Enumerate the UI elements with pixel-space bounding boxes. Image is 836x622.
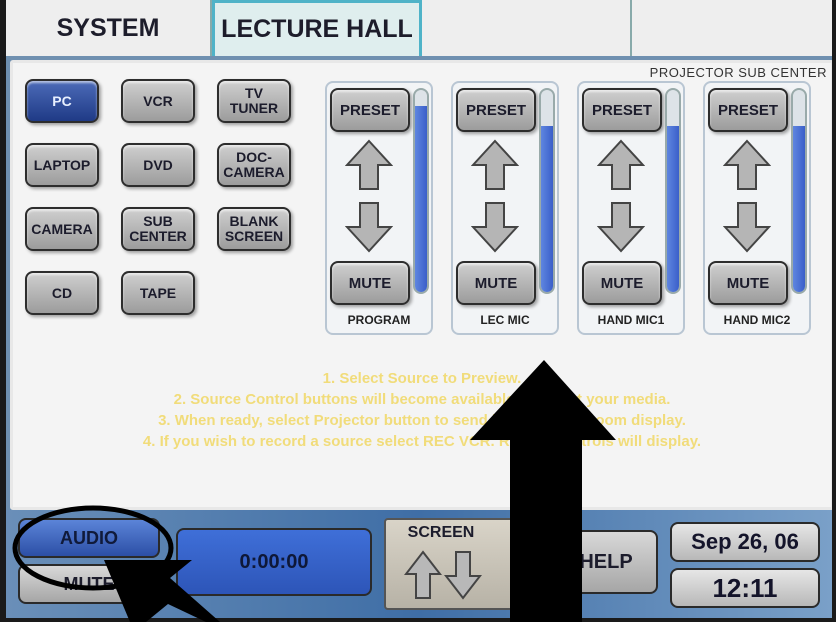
instructions-text: 1. Select Source to Preview. 2. Source C… [13,368,831,452]
tab-system[interactable]: SYSTEM [6,0,212,56]
source-pc-button[interactable]: PC [25,79,99,123]
panel-label: PROJECTOR SUB CENTER [649,65,827,80]
source-camera-button[interactable]: CAMERA [25,207,99,251]
channel-label: LEC MIC [480,313,530,327]
instruction-line: 1. Select Source to Preview. [322,370,522,387]
source-sub-center-button[interactable]: SUB CENTER [121,207,195,251]
mute-button[interactable]: MUTE [582,261,662,305]
channel-label: HAND MIC2 [723,313,791,327]
source-laptop-button[interactable]: LAPTOP [25,143,99,187]
volume-up-arrow-icon[interactable] [597,139,645,191]
help-button[interactable]: HELP [554,530,658,594]
mute-all-button[interactable]: MUTE [18,564,160,604]
main-panel: PROJECTOR SUB CENTER PC VCR TV TUNER LAP… [10,60,832,510]
mixer-strip-lec-mic: PRESET MUTE LEC MIC [451,81,559,335]
volume-down-arrow-icon[interactable] [597,201,645,253]
screen-label: SCREEN [407,524,475,541]
screen-down-arrow-icon[interactable] [444,550,482,600]
preset-button[interactable]: PRESET [582,88,662,132]
source-doc-camera-button[interactable]: DOC- CAMERA [217,143,291,187]
level-meter [413,88,429,294]
tab-empty-1[interactable] [422,0,632,56]
touch-panel-screen: SYSTEM LECTURE HALL PROJECTOR SUB CENTER… [6,0,832,618]
screen-control: SCREEN [384,518,570,610]
instruction-line: 2. Source Control buttons will become av… [173,391,671,408]
instruction-line: 3. When ready, select Projector button t… [158,412,686,429]
preset-button[interactable]: PRESET [330,88,410,132]
level-meter [791,88,807,294]
volume-up-arrow-icon[interactable] [471,139,519,191]
audio-button[interactable]: AUDIO [18,518,160,558]
volume-up-arrow-icon[interactable] [345,139,393,191]
preset-button[interactable]: PRESET [456,88,536,132]
volume-down-arrow-icon[interactable] [471,201,519,253]
level-meter [539,88,555,294]
instruction-line: 4. If you wish to record a source select… [142,433,702,450]
tab-lecture-hall[interactable]: LECTURE HALL [212,0,422,56]
mute-button[interactable]: MUTE [330,261,410,305]
volume-down-arrow-icon[interactable] [345,201,393,253]
screen-up-arrow-icon[interactable] [404,550,442,600]
volume-up-arrow-icon[interactable] [723,139,771,191]
source-vcr-button[interactable]: VCR [121,79,195,123]
timer-display: 0:00:00 [176,528,372,596]
source-dvd-button[interactable]: DVD [121,143,195,187]
source-cd-button[interactable]: CD [25,271,99,315]
mute-button[interactable]: MUTE [708,261,788,305]
level-meter [665,88,681,294]
mixer-strip-hand-mic1: PRESET MUTE HAND MIC1 [577,81,685,335]
volume-down-arrow-icon[interactable] [723,201,771,253]
mute-button[interactable]: MUTE [456,261,536,305]
channel-label: PROGRAM [347,313,411,327]
mixer-strip-hand-mic2: PRESET MUTE HAND MIC2 [703,81,811,335]
tab-empty-2[interactable] [632,0,832,56]
source-tape-button[interactable]: TAPE [121,271,195,315]
source-tv-tuner-button[interactable]: TV TUNER [217,79,291,123]
time-display: 12:11 [670,568,820,608]
mixer-strip-program: PRESET MUTE PROGRAM [325,81,433,335]
channel-label: HAND MIC1 [597,313,665,327]
preset-button[interactable]: PRESET [708,88,788,132]
source-blank-screen-button[interactable]: BLANK SCREEN [217,207,291,251]
date-display: Sep 26, 06 [670,522,820,562]
